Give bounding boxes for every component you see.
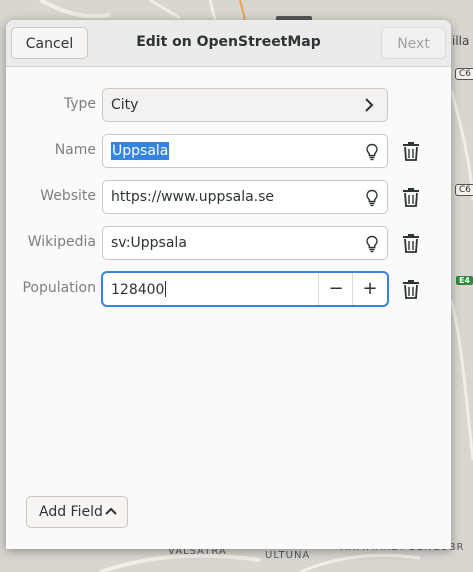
name-row: Name Uppsala: [6, 134, 451, 168]
chevron-right-icon: [365, 98, 374, 112]
website-value: https://www.uppsala.se: [111, 189, 275, 205]
plus-icon: +: [362, 278, 378, 299]
type-selector[interactable]: City: [102, 88, 388, 122]
population-value: 128400: [111, 281, 167, 298]
minus-icon: −: [328, 278, 344, 299]
next-button[interactable]: Next: [381, 27, 446, 59]
add-field-label: Add Field: [39, 504, 103, 520]
increment-button[interactable]: +: [352, 273, 387, 305]
population-spinbutton[interactable]: 128400 − +: [102, 272, 388, 306]
lightbulb-icon[interactable]: [365, 143, 379, 161]
name-value: Uppsala: [111, 142, 170, 160]
website-label: Website: [40, 188, 96, 204]
website-row: Website https://www.uppsala.se: [6, 180, 451, 214]
delete-population-icon[interactable]: [402, 279, 420, 299]
type-row: Type City: [6, 88, 451, 122]
add-field-button[interactable]: Add Field: [26, 496, 128, 528]
dialog-header: Cancel Edit on OpenStreetMap Next: [6, 20, 451, 67]
lightbulb-icon[interactable]: [365, 189, 379, 207]
road-shield-c6-2: C6: [455, 184, 473, 196]
delete-name-icon[interactable]: [402, 141, 420, 161]
map-edge-label: illa: [452, 34, 470, 48]
road-shield-c6: C6: [455, 68, 473, 80]
edit-osm-dialog: Cancel Edit on OpenStreetMap Next Type C…: [6, 20, 451, 549]
website-input[interactable]: https://www.uppsala.se: [102, 180, 388, 214]
population-label: Population: [22, 280, 96, 296]
name-input[interactable]: Uppsala: [102, 134, 388, 168]
road-shield-e4: E4: [456, 276, 473, 285]
decrement-button[interactable]: −: [318, 273, 353, 305]
map-label-ultuna: ULTUNA: [265, 550, 311, 561]
chevron-up-icon: [105, 507, 117, 515]
name-label: Name: [54, 142, 96, 158]
type-value: City: [111, 97, 139, 113]
type-label: Type: [63, 96, 96, 112]
population-row-main: Population 128400 − +: [6, 272, 451, 306]
delete-website-icon[interactable]: [402, 187, 420, 207]
